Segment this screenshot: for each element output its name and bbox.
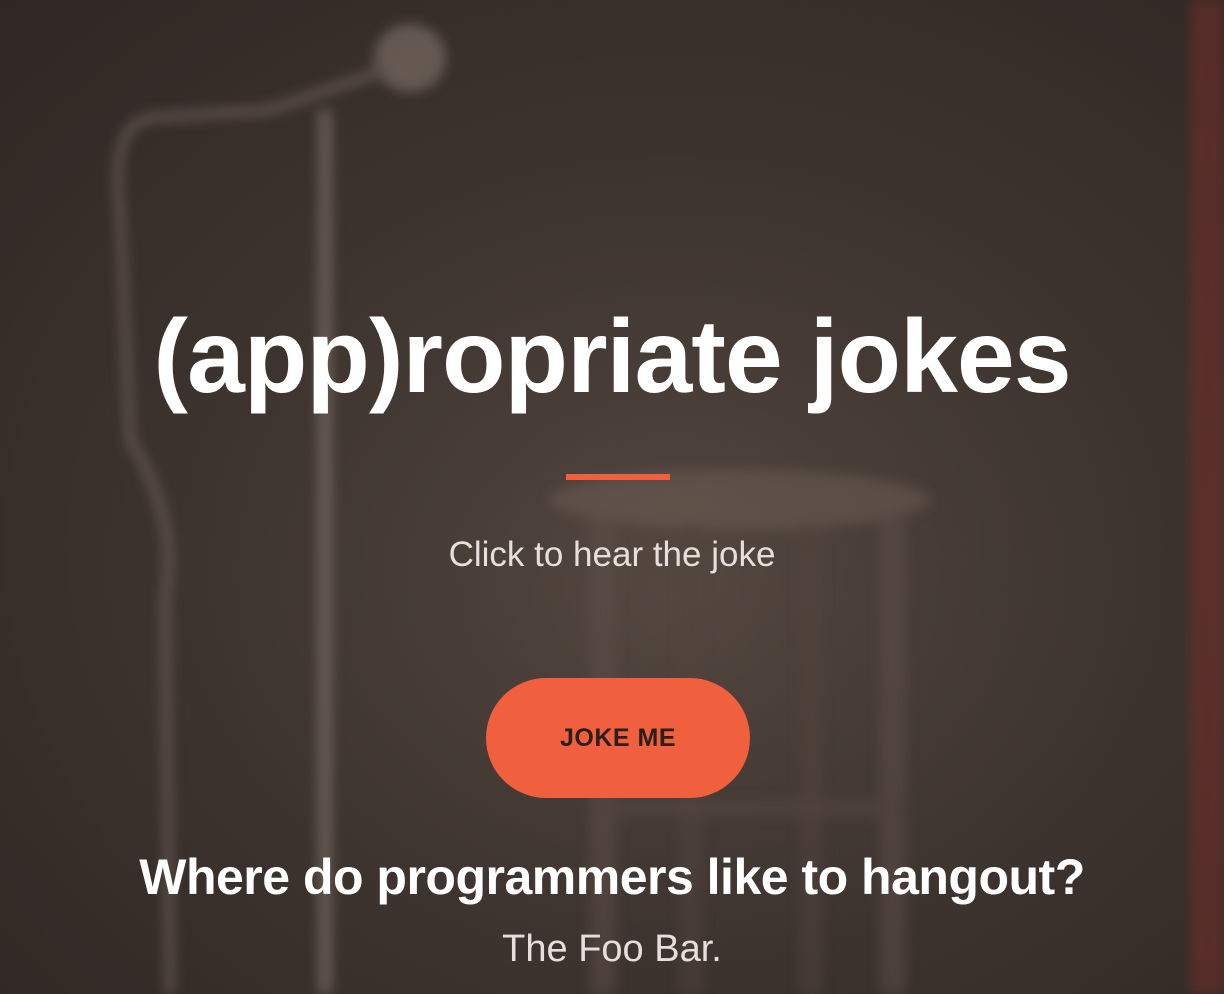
joke-answer: The Foo Bar. xyxy=(502,928,722,970)
joke-question: Where do programmers like to hangout? xyxy=(139,849,1085,905)
accent-divider xyxy=(566,474,670,480)
page-background: (app)ropriate jokes Click to hear the jo… xyxy=(0,0,1224,994)
page-title: (app)ropriate jokes xyxy=(153,299,1071,415)
instruction-text: Click to hear the joke xyxy=(448,535,776,574)
joke-me-button[interactable]: JOKE ME xyxy=(486,678,750,798)
